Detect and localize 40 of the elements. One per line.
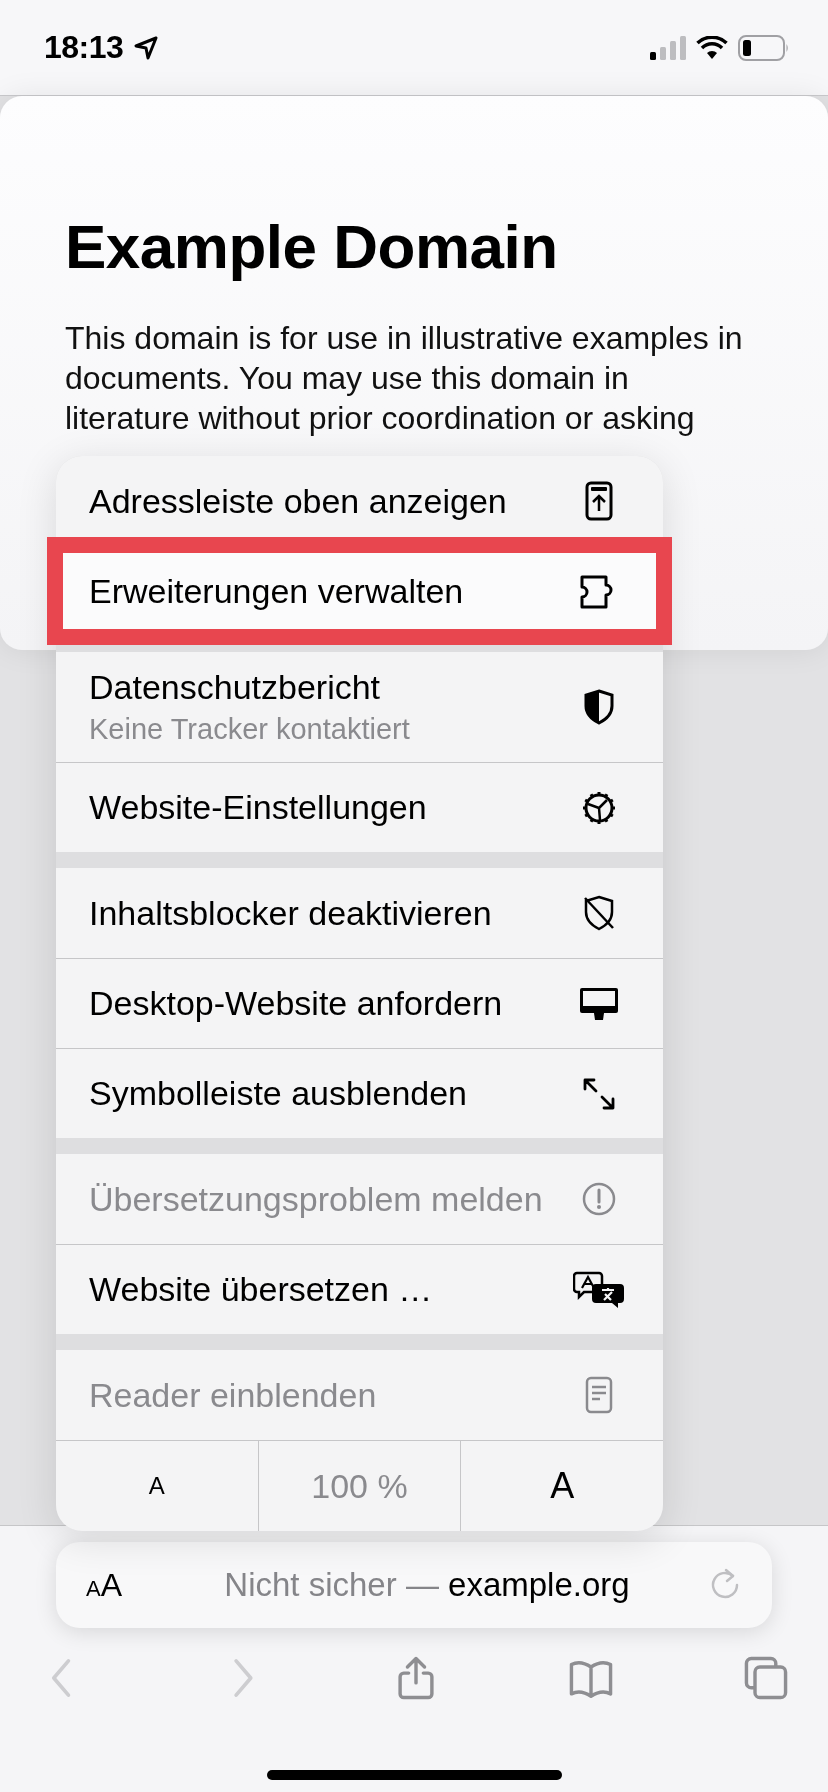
expand-arrows-icon	[582, 1076, 616, 1111]
menu-item[interactable]: Adressleiste oben anzeigen	[56, 456, 663, 546]
menu-item-label: Übersetzungsproblem melden	[89, 1179, 544, 1219]
menu-item[interactable]: Inhaltsblocker deaktivieren	[56, 868, 663, 958]
menu-item-label: Website übersetzen …	[89, 1270, 434, 1309]
menu-item-label: Symbolleiste ausblenden	[89, 1074, 469, 1113]
page-heading: Example Domain	[65, 211, 559, 282]
status-time: 18:13	[44, 29, 124, 66]
menu-item-label: Reader einblenden	[89, 1375, 378, 1415]
menu-item-label: Adressleiste oben anzeigen	[89, 481, 508, 521]
zoom-percentage: 100 %	[257, 1441, 461, 1531]
exclamation-circle-icon	[581, 1181, 617, 1217]
menu-item[interactable]: Desktop-Website anfordern	[56, 958, 663, 1048]
menu-item[interactable]: Website übersetzen …	[56, 1244, 663, 1334]
increase-text-size-button[interactable]: A	[460, 1441, 663, 1531]
shield-slash-icon	[582, 895, 616, 931]
cellular-signal-icon	[650, 35, 686, 60]
battery-icon	[738, 34, 790, 61]
menu-item-label: Erweiterungen verwalten	[89, 572, 465, 611]
page-format-button[interactable]: AA	[86, 1566, 146, 1604]
address-bar[interactable]: AA Nicht sicher — example.org	[56, 1542, 772, 1628]
document-icon	[585, 1376, 613, 1414]
menu-item-label: Inhaltsblocker deaktivieren	[89, 893, 493, 933]
translate-bubbles-icon	[573, 1270, 625, 1309]
menu-item[interactable]: Website-Einstellungen	[56, 762, 663, 852]
desktop-monitor-icon	[579, 986, 619, 1021]
wifi-icon	[696, 35, 728, 60]
location-arrow-icon	[133, 34, 160, 61]
menu-item-subtitle: Keine Tracker kontaktiert	[89, 713, 411, 746]
url-text: Nicht sicher — example.org	[223, 1566, 631, 1604]
shield-icon	[584, 689, 614, 725]
menu-item[interactable]: Datenschutzbericht Keine Tracker kontaktiert	[56, 652, 663, 762]
phone-arrow-up-icon	[585, 481, 613, 521]
page-paragraph: This domain is for use in illustrative examples in documents. You may use this domain in literature without prior coordination or asking	[65, 319, 744, 438]
menu-item-label: Datenschutzbericht	[89, 668, 382, 707]
tabs-icon[interactable]	[744, 1656, 788, 1700]
menu-item-label: Website-Einstellungen	[89, 788, 428, 827]
decrease-text-size-button[interactable]: A	[56, 1441, 258, 1531]
menu-item[interactable]: Symbolleiste ausblenden	[56, 1048, 663, 1138]
menu-item-label: Desktop-Website anfordern	[89, 984, 504, 1023]
